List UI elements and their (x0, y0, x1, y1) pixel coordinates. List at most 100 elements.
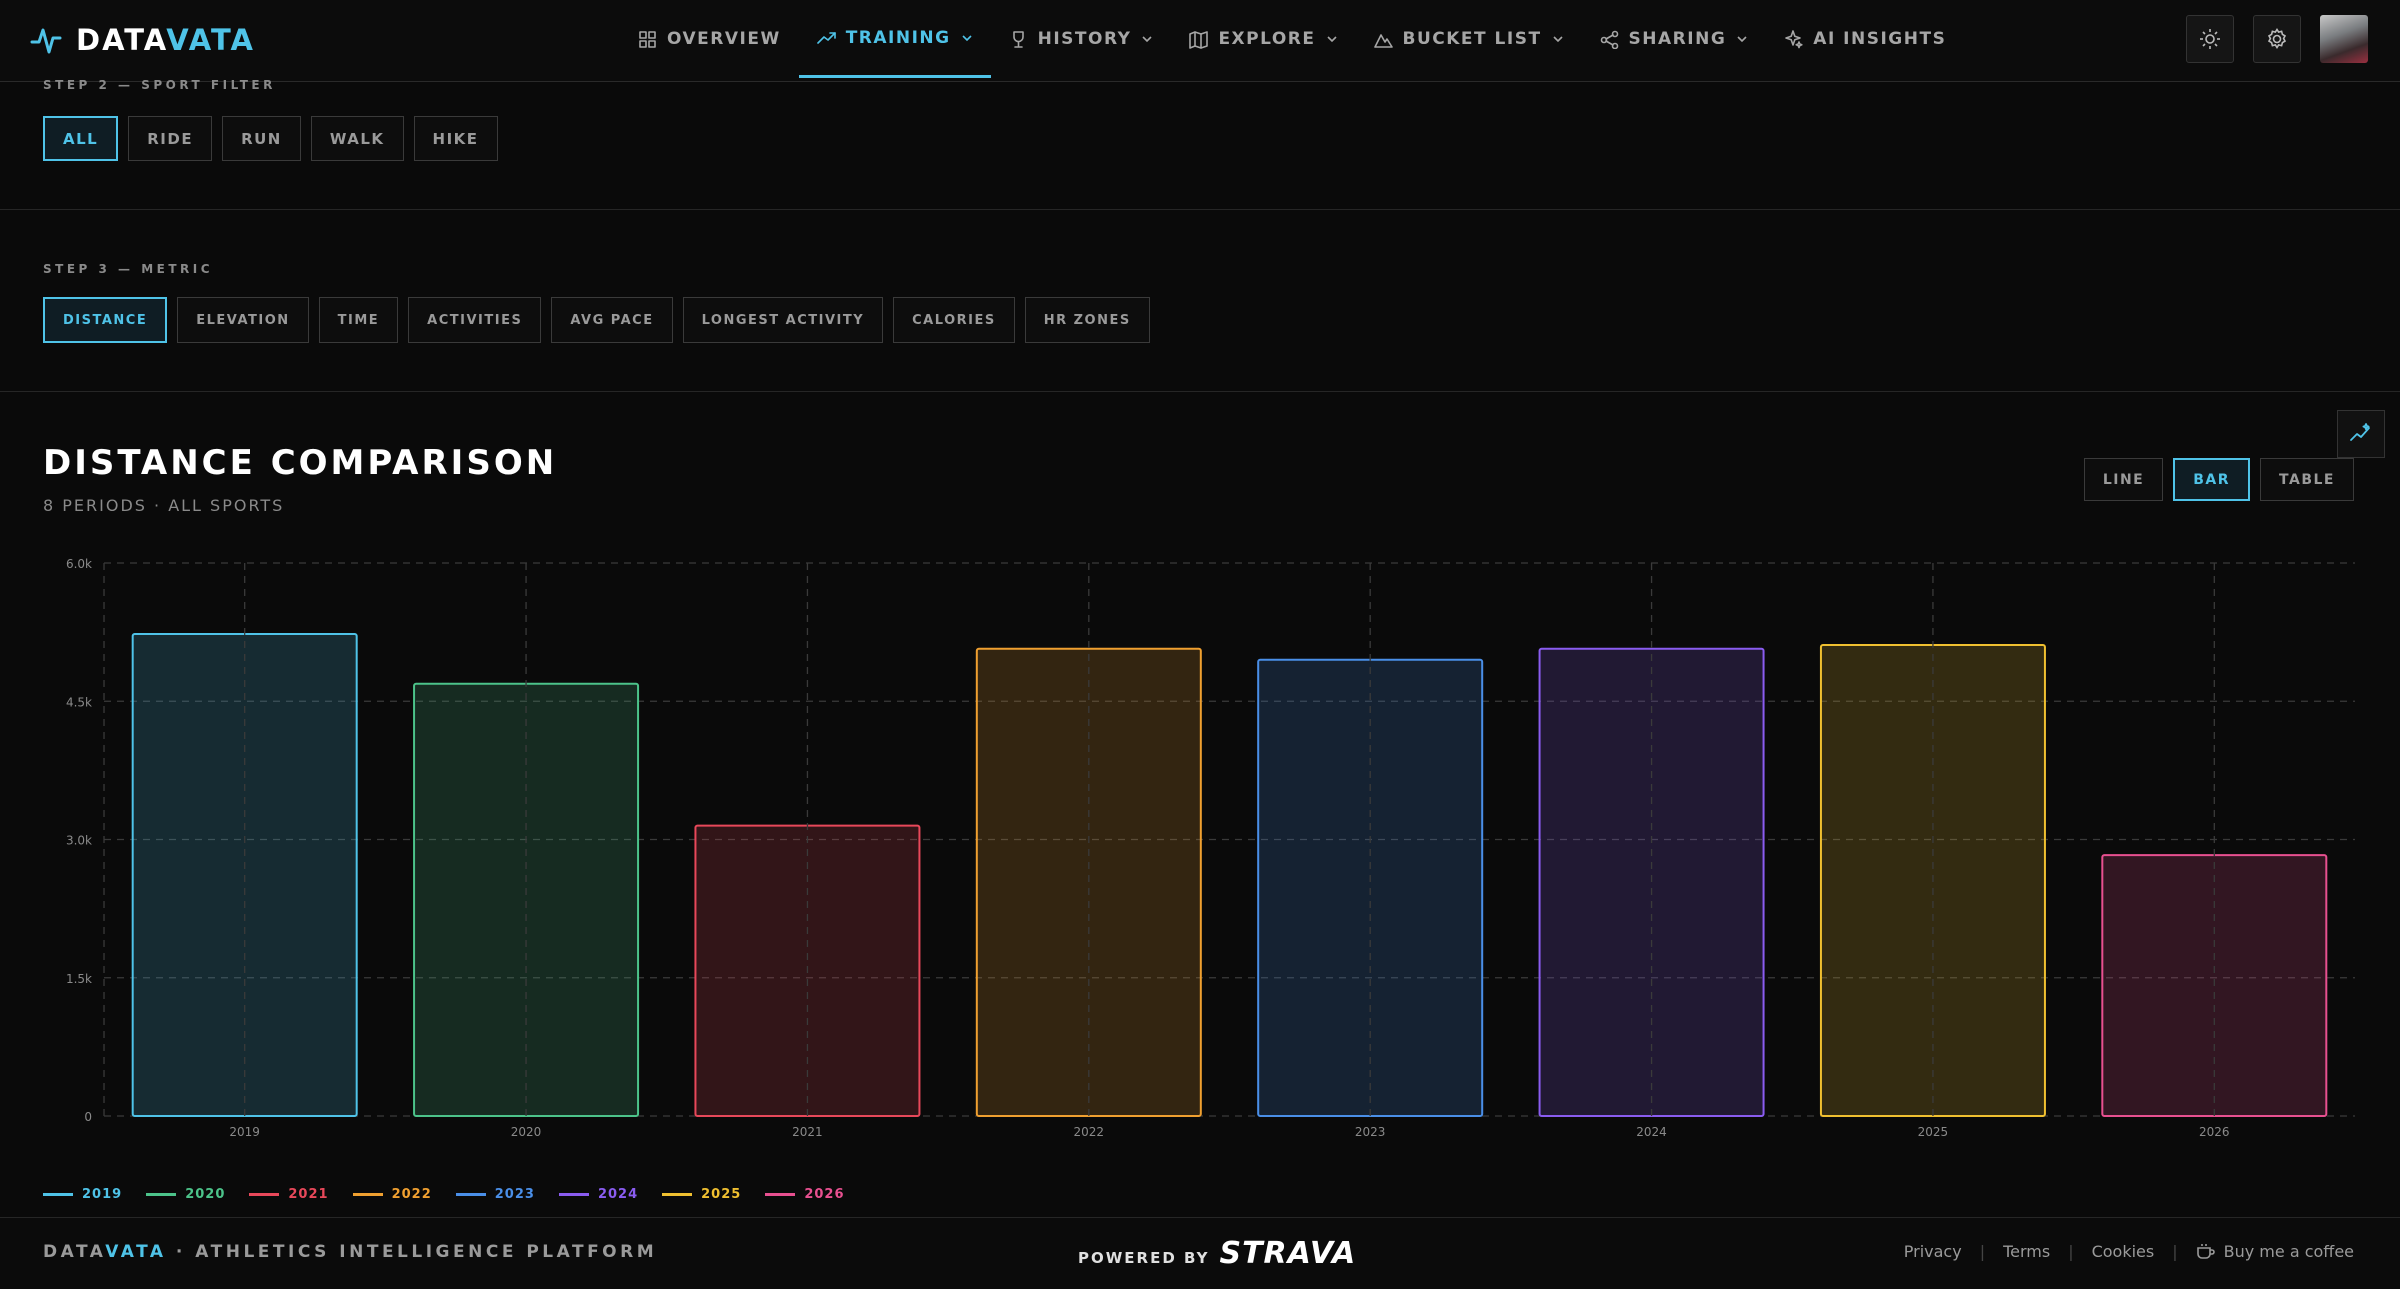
legend-label: 2021 (288, 1187, 329, 1202)
legend-label: 2020 (185, 1187, 226, 1202)
metric-chip-distance[interactable]: DISTANCE (43, 297, 168, 343)
metric-section: STEP 3 — METRIC DISTANCE ELEVATION TIME ACT… (0, 210, 2400, 392)
chart-view-toggle: LINE BAR TABLE (2083, 458, 2354, 501)
trophy-icon (1012, 30, 1024, 48)
legend-item-2019[interactable]: 2019 (43, 1187, 122, 1202)
footer-link-privacy[interactable]: Privacy (1904, 1242, 1962, 1261)
footer-separator: | (1979, 1242, 1986, 1261)
x-tick-label: 2019 (229, 1125, 260, 1139)
buy-me-a-coffee-link[interactable]: Buy me a coffee (2196, 1242, 2354, 1261)
metric-label: STEP 3 — METRIC (43, 262, 214, 276)
chevron-down-icon (1142, 36, 1153, 43)
x-tick-label: 2020 (511, 1125, 542, 1139)
y-tick-label: 6.0k (66, 557, 92, 571)
pulse-icon (30, 28, 62, 54)
theme-toggle-button[interactable] (2186, 15, 2234, 63)
grid-icon (639, 30, 656, 48)
legend-swatch (146, 1193, 177, 1196)
legend-swatch (558, 1193, 589, 1196)
x-tick-label: 2022 (1074, 1125, 1105, 1139)
x-tick-label: 2026 (2199, 1125, 2230, 1139)
brand-name: DATAVATA (76, 23, 255, 57)
nav-item-training[interactable]: TRAINING (798, 0, 991, 78)
legend-item-2026[interactable]: 2026 (765, 1187, 844, 1202)
metric-chip-elevation[interactable]: ELEVATION (177, 297, 309, 343)
x-tick-label: 2023 (1355, 1125, 1386, 1139)
sport-chip-all[interactable]: ALL (43, 116, 119, 161)
settings-button[interactable] (2253, 15, 2301, 63)
metric-chips: DISTANCE ELEVATION TIME ACTIVITIES AVG PACE L… (43, 297, 1150, 343)
sport-chip-ride[interactable]: RIDE (128, 116, 213, 161)
legend-item-2024[interactable]: 2024 (558, 1187, 638, 1202)
x-tick-label: 2025 (1918, 1125, 1949, 1139)
legend-label: 2025 (701, 1187, 742, 1202)
legend-item-2025[interactable]: 2025 (662, 1187, 741, 1202)
share-icon (1600, 30, 1618, 49)
legend-swatch (352, 1193, 383, 1196)
legend-item-2023[interactable]: 2023 (455, 1187, 535, 1202)
footer-link-terms[interactable]: Terms (2003, 1242, 2050, 1261)
sparkle-icon (1785, 29, 1803, 48)
y-tick-label: 3.0k (66, 834, 92, 848)
trend-icon (816, 32, 836, 44)
view-chip-line[interactable]: LINE (2083, 458, 2164, 501)
metric-chip-longest-activity[interactable]: LONGEST ACTIVITY (682, 297, 884, 343)
legend-item-2022[interactable]: 2022 (352, 1187, 432, 1202)
metric-chip-calories[interactable]: CALORIES (893, 297, 1015, 343)
legend-swatch (765, 1193, 796, 1196)
footer-link-cookies[interactable]: Cookies (2092, 1242, 2155, 1261)
view-chip-bar[interactable]: BAR (2173, 458, 2251, 501)
nav-item-history[interactable]: HISTORY (991, 0, 1172, 78)
sun-icon (2200, 29, 2220, 49)
main-nav: OVERVIEW TRAINING HISTORY EXPLORE BUCKET LIS… (620, 0, 1964, 78)
coffee-label: Buy me a coffee (2223, 1242, 2354, 1261)
legend-item-2021[interactable]: 2021 (249, 1187, 328, 1202)
gear-icon (2267, 27, 2287, 50)
legend-label: 2026 (804, 1187, 845, 1202)
nav-item-label: AI INSIGHTS (1813, 29, 1947, 49)
metric-chip-avg-pace[interactable]: AVG PACE (551, 297, 673, 343)
sport-chip-run[interactable]: RUN (222, 116, 301, 161)
nav-tools (2186, 15, 2368, 63)
metric-chip-activities[interactable]: ACTIVITIES (408, 297, 542, 343)
nav-item-bucket-list[interactable]: BUCKET LIST (1356, 0, 1582, 78)
x-tick-label: 2024 (1636, 1125, 1667, 1139)
nav-item-label: BUCKET LIST (1402, 29, 1542, 49)
powered-by-strava[interactable]: POWERED BY STRAVA (1078, 1236, 1356, 1271)
coffee-cup-icon (2196, 1243, 2215, 1259)
legend-swatch (455, 1193, 486, 1196)
nav-item-label: OVERVIEW (667, 29, 781, 49)
chart-subtitle: 8 PERIODS · ALL SPORTS (43, 496, 285, 515)
nav-item-label: SHARING (1628, 29, 1727, 49)
nav-item-ai-insights[interactable]: AI INSIGHTS (1766, 0, 1964, 78)
nav-item-label: HISTORY (1037, 29, 1132, 49)
legend-swatch (249, 1193, 280, 1196)
metric-chip-time[interactable]: TIME (318, 297, 399, 343)
sport-filter-chips: ALL RIDE RUN WALK HIKE (43, 116, 498, 161)
footer-separator: | (2172, 1242, 2178, 1261)
legend-item-2020[interactable]: 2020 (146, 1187, 225, 1202)
y-tick-label: 0 (84, 1110, 92, 1124)
nav-item-overview[interactable]: OVERVIEW (620, 0, 799, 78)
map-icon (1189, 30, 1209, 49)
legend-label: 2022 (391, 1187, 432, 1202)
nav-item-explore[interactable]: EXPLORE (1171, 0, 1355, 78)
user-avatar[interactable] (2320, 15, 2368, 63)
y-tick-label: 1.5k (66, 972, 92, 986)
x-tick-label: 2021 (792, 1125, 823, 1139)
metric-chip-hr-zones[interactable]: HR ZONES (1024, 297, 1150, 343)
sport-chip-walk[interactable]: WALK (310, 116, 404, 161)
expand-chart-button[interactable] (2337, 410, 2385, 458)
nav-item-sharing[interactable]: SHARING (1582, 0, 1767, 78)
chevron-down-icon (1326, 36, 1337, 43)
mountain-icon (1373, 33, 1393, 48)
nav-item-label: TRAINING (845, 27, 951, 48)
legend-label: 2019 (82, 1187, 123, 1202)
sport-chip-hike[interactable]: HIKE (413, 116, 498, 161)
sparkle-chart-icon (2350, 423, 2370, 441)
view-chip-table[interactable]: TABLE (2260, 458, 2354, 501)
footer-separator: | (2068, 1242, 2074, 1261)
footer-links: Privacy | Terms | Cookies | Buy me a coffee (1904, 1242, 2354, 1261)
chart-legend: 2019 2020 2021 2022 2023 2024 2025 2026 (43, 1187, 845, 1202)
brand-logo[interactable]: DATAVATA (30, 20, 255, 60)
